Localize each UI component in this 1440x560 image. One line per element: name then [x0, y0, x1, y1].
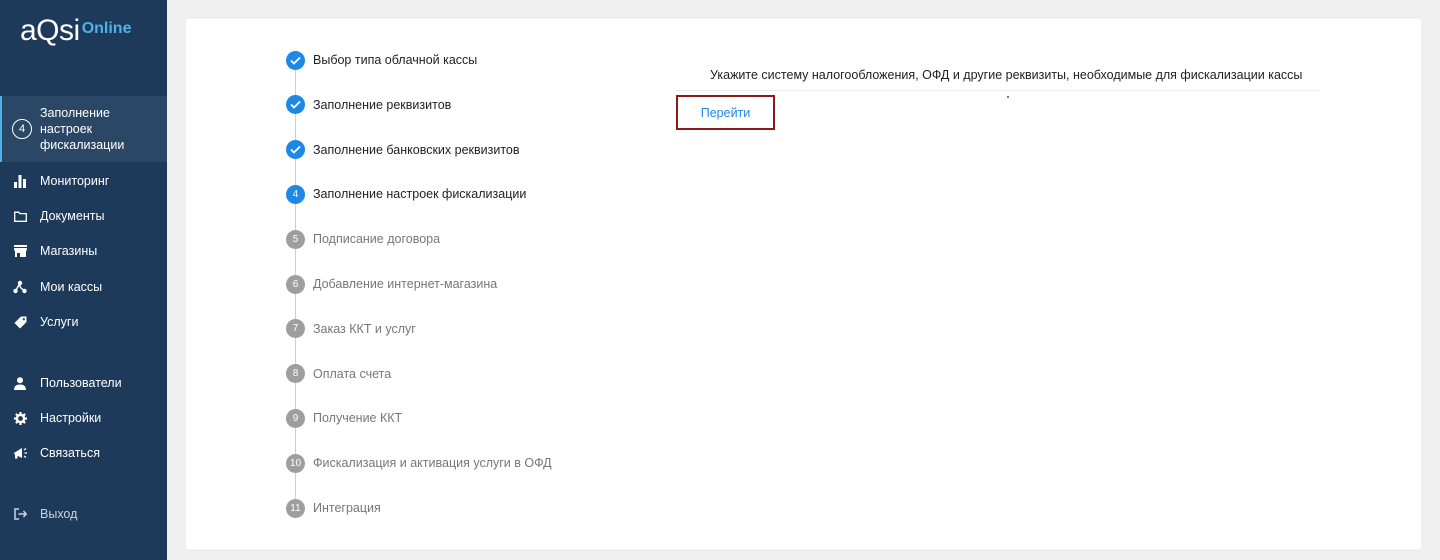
sidebar-item-label: Документы [40, 209, 105, 223]
logo[interactable]: aQsi Online [20, 14, 131, 50]
bar-chart-icon [13, 174, 27, 188]
sidebar-item-fiscal-settings[interactable]: 4 Заполнение настроек фискализации [0, 96, 167, 162]
sidebar-item-documents[interactable]: Документы [0, 207, 167, 225]
sidebar-item-logout[interactable]: Выход [0, 505, 167, 523]
logo-sub-text: Online [81, 20, 132, 37]
step-label: Добавление интернет-магазина [313, 277, 498, 291]
step-number: 5 [286, 229, 305, 249]
step-number: 11 [286, 498, 305, 518]
sidebar-item-label: Настройки [40, 411, 102, 425]
step-item[interactable]: Выбор типа облачной кассы [286, 50, 477, 70]
tag-icon [13, 315, 27, 329]
sidebar-item-label: Связаться [40, 446, 100, 460]
step-label: Заполнение банковских реквизитов [313, 142, 520, 157]
sidebar-item-monitoring[interactable]: Мониторинг [0, 172, 167, 190]
step-item[interactable]: 8 Оплата счета [286, 364, 391, 384]
sidebar-item-users[interactable]: Пользователи [0, 374, 167, 392]
step-item[interactable]: 11 Интеграция [286, 498, 381, 518]
step-label: Подписание договора [313, 232, 441, 247]
step-item[interactable]: 6 Добавление интернет-магазина [286, 274, 497, 294]
step-item[interactable]: 4 Заполнение настроек фискализации [286, 184, 526, 204]
step-label: Интеграция [313, 501, 381, 515]
step-item[interactable]: 5 Подписание договора [286, 229, 440, 249]
gear-icon [13, 411, 27, 425]
logout-icon [13, 507, 27, 521]
sidebar-item-label: Мои кассы [40, 280, 103, 294]
sidebar-item-label: Магазины [40, 244, 98, 258]
sidebar-item-label: Выход [40, 507, 78, 521]
step-label: Оплата счета [313, 366, 392, 381]
sidebar-item-label: Пользователи [40, 376, 122, 390]
sidebar-item-label: Заполнение настроек фискализации [40, 106, 125, 152]
step-label: Фискализация и активация услуги в ОФД [313, 456, 552, 471]
sidebar-item-contact[interactable]: Связаться [0, 444, 167, 462]
user-icon [13, 376, 27, 390]
sidebar-item-services[interactable]: Услуги [0, 313, 167, 331]
step-label: Заказ ККТ и услуг [313, 321, 416, 336]
step-number: 9 [286, 408, 305, 428]
step-number: 8 [286, 364, 305, 384]
step-number-icon: 4 [12, 119, 32, 139]
check-icon [286, 50, 305, 70]
folder-icon [13, 209, 27, 223]
step-item[interactable]: 7 Заказ ККТ и услуг [286, 319, 416, 339]
divider [676, 90, 1320, 91]
step-number: 6 [286, 274, 305, 294]
network-icon [13, 280, 27, 294]
step-number: 10 [286, 453, 305, 473]
store-icon [13, 244, 27, 258]
step-item[interactable]: 10 Фискализация и активация услуги в ОФД [286, 453, 552, 473]
step-label: Получение ККТ [313, 411, 403, 426]
info-text: Укажите систему налогообложения, ОФД и д… [710, 68, 1303, 82]
sidebar: aQsi Online 4 Заполнение настроек фискал… [0, 0, 167, 560]
sidebar-item-label: Услуги [40, 315, 79, 329]
sidebar-item-settings[interactable]: Настройки [0, 409, 167, 427]
go-button[interactable]: Перейти [676, 95, 775, 130]
check-icon [286, 140, 305, 160]
sidebar-item-label: Мониторинг [40, 174, 110, 188]
dot-mark [1007, 96, 1009, 98]
step-label: Заполнение настроек фискализации [313, 187, 527, 202]
logo-main-text: aQsi [20, 14, 80, 47]
step-item[interactable]: Заполнение банковских реквизитов [286, 140, 520, 160]
step-label: Выбор типа облачной кассы [313, 53, 478, 67]
sidebar-item-my-registers[interactable]: Мои кассы [0, 278, 167, 296]
step-number: 4 [286, 184, 305, 204]
step-number: 7 [286, 319, 305, 339]
step-item[interactable]: 9 Получение ККТ [286, 408, 402, 428]
sidebar-item-stores[interactable]: Магазины [0, 242, 167, 260]
step-item[interactable]: Заполнение реквизитов [286, 95, 451, 115]
check-icon [286, 95, 305, 115]
megaphone-icon [13, 446, 27, 460]
step-label: Заполнение реквизитов [313, 97, 452, 112]
